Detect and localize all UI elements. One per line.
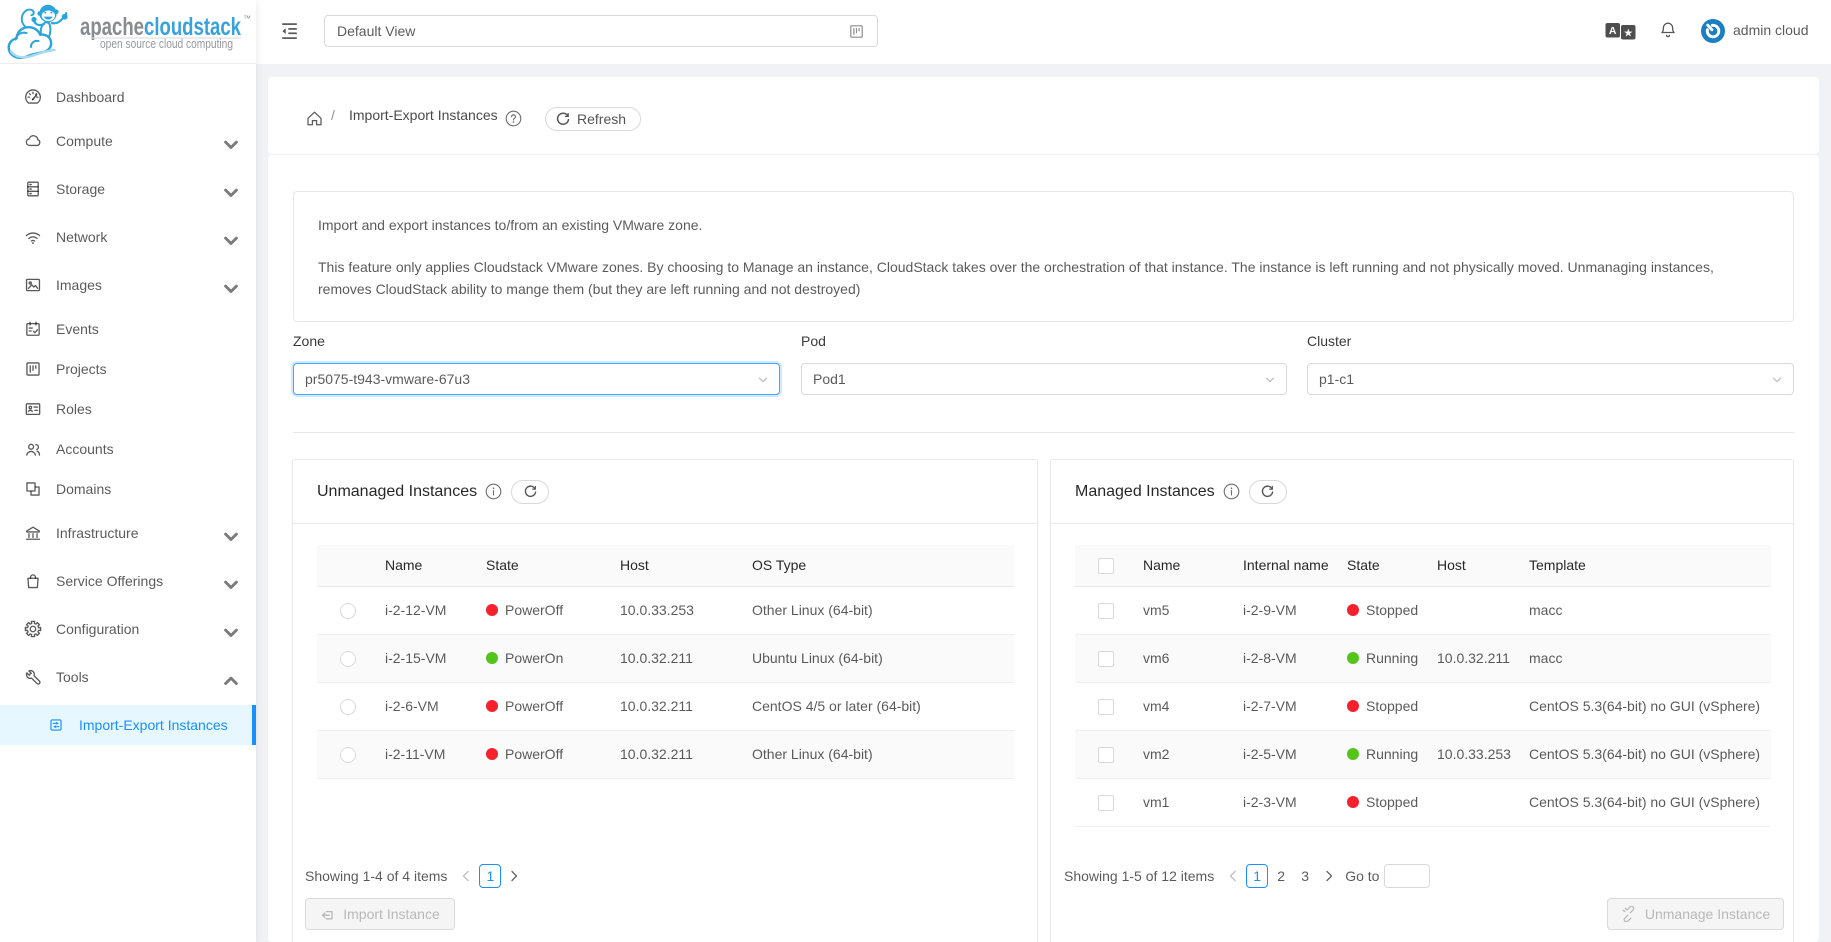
svg-text:★: ★ [1623,28,1633,40]
svg-text:A: A [1609,25,1617,37]
svg-text:™: ™ [243,14,251,23]
svg-text:open source cloud computing: open source cloud computing [100,36,233,51]
